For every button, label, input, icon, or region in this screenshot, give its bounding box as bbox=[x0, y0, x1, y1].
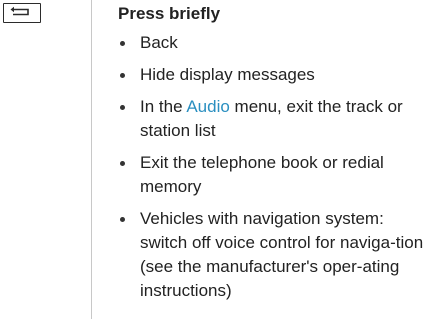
bullet-icon bbox=[120, 217, 125, 222]
back-arrow-icon bbox=[10, 6, 29, 16]
section-heading: Press briefly bbox=[118, 4, 221, 23]
list-item: Back bbox=[118, 31, 428, 55]
bullet-list: Back Hide display messages In the Audio … bbox=[118, 31, 428, 303]
list-item-text: Vehicles with navigation system: switch … bbox=[140, 209, 424, 300]
list-item-text: Back bbox=[140, 33, 178, 52]
list-item: In the Audio menu, exit the track or sta… bbox=[118, 95, 428, 143]
list-item: Exit the telephone book or redial memory bbox=[118, 151, 428, 199]
bullet-icon bbox=[120, 41, 125, 46]
list-item: Hide display messages bbox=[118, 63, 428, 87]
list-item-text: Exit the telephone book or redial memory bbox=[140, 153, 384, 196]
list-item-text-prefix: In the bbox=[140, 97, 187, 116]
back-key-icon bbox=[3, 3, 41, 23]
list-item-text: Hide display messages bbox=[140, 65, 315, 84]
bullet-icon bbox=[120, 161, 125, 166]
bullet-icon bbox=[120, 105, 125, 110]
list-item: Vehicles with navigation system: switch … bbox=[118, 207, 428, 303]
bullet-icon bbox=[120, 73, 125, 78]
instruction-section: Press briefly Back Hide display messages… bbox=[118, 2, 428, 311]
column-divider bbox=[91, 0, 92, 319]
audio-menu-link[interactable]: Audio bbox=[186, 97, 229, 116]
